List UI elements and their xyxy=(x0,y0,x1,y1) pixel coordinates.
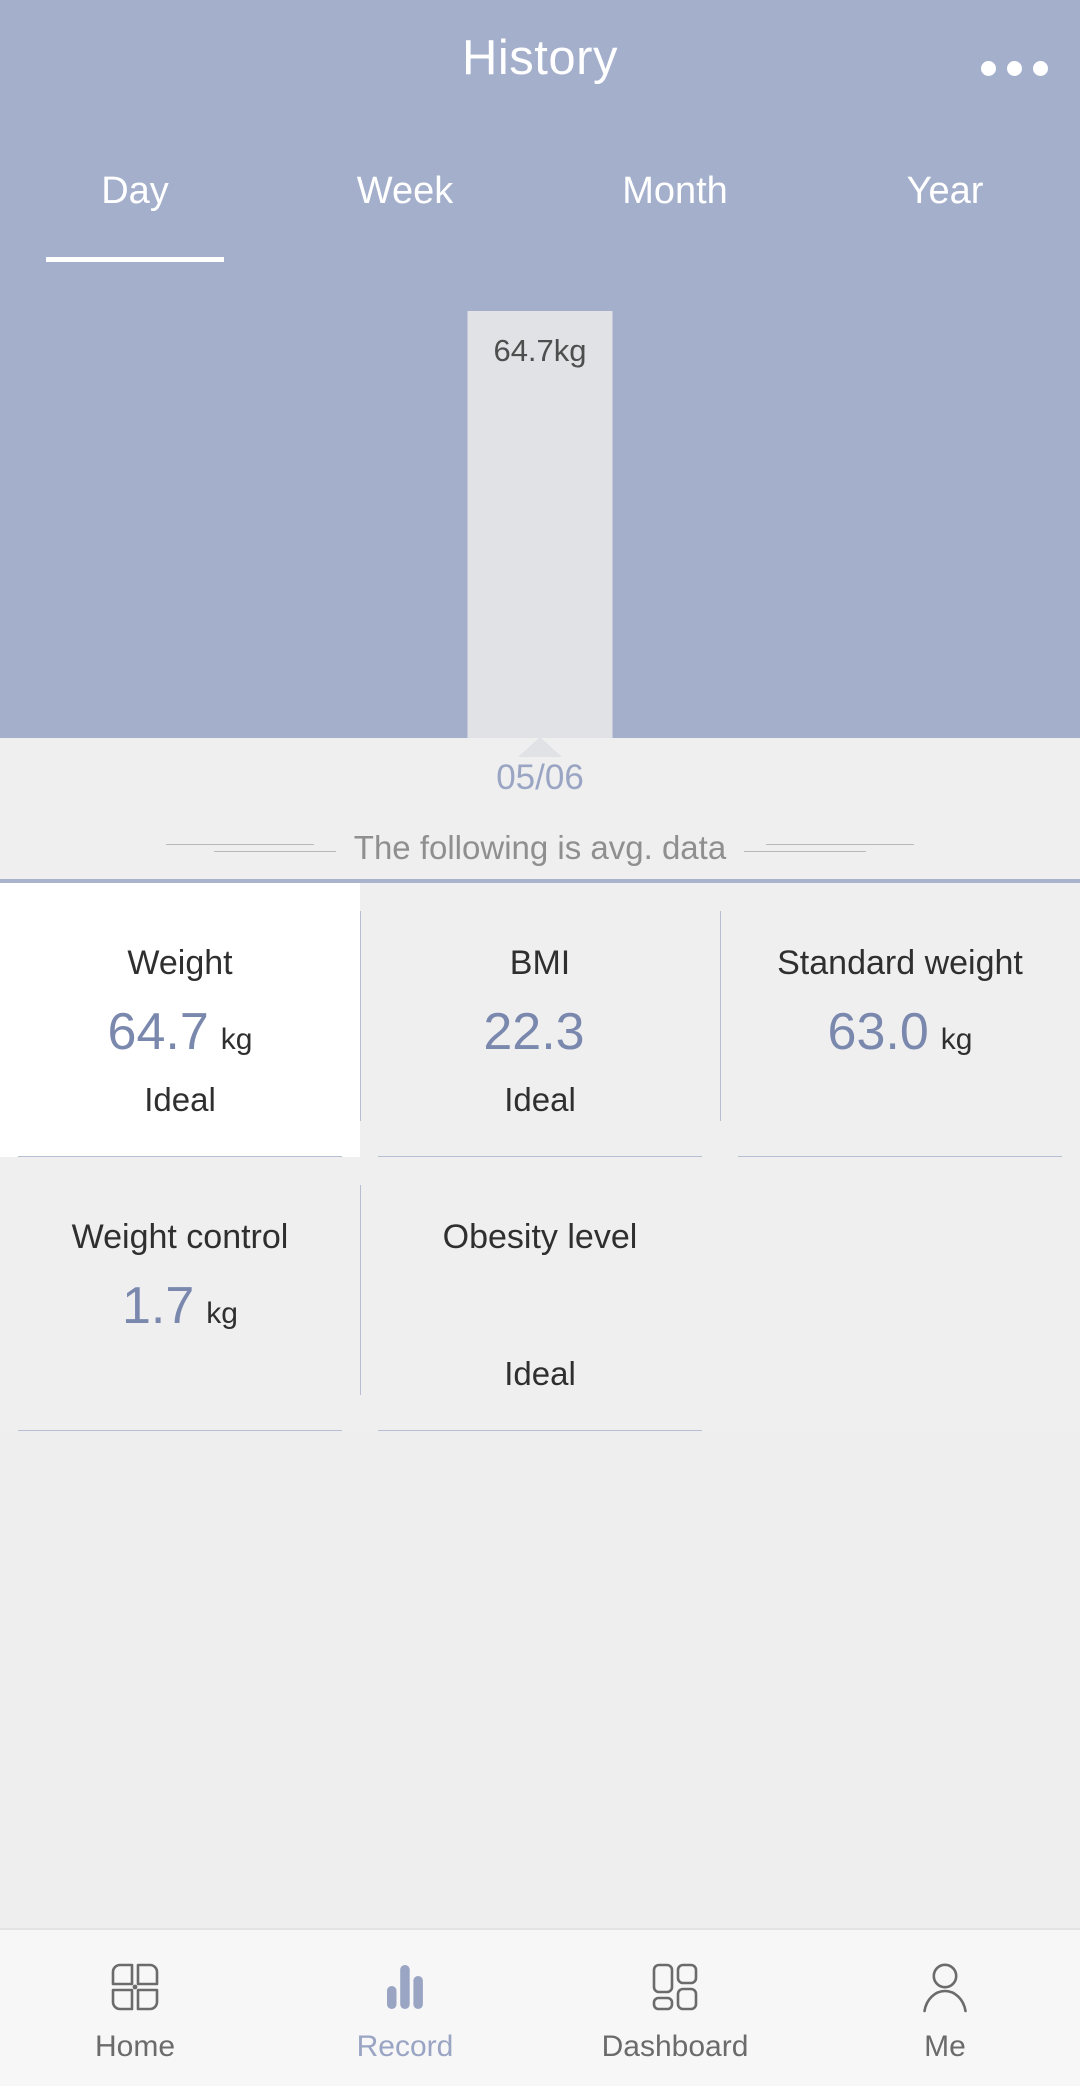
nav-item-me-label: Me xyxy=(924,2030,966,2063)
selection-info-strip: 05/06 The following is avg. data xyxy=(0,737,1080,879)
nav-item-record[interactable]: Record xyxy=(270,1930,540,2086)
weight-history-bar-chart[interactable]: 64.7kg xyxy=(0,250,1080,738)
metric-value: 1.7 xyxy=(122,1277,195,1335)
metric-unit: kg xyxy=(220,1023,253,1056)
metric-value-row: 1.7 kg xyxy=(122,1279,238,1333)
tab-year-label: Year xyxy=(906,170,984,212)
metric-value-row: 22.3 xyxy=(483,1005,596,1059)
metric-title: Obesity level xyxy=(442,1218,638,1256)
tab-month[interactable]: Month xyxy=(540,168,810,238)
metric-card-weight-control[interactable]: Weight control 1.7 kg xyxy=(0,1157,360,1431)
more-horizontal-icon-dot-1 xyxy=(980,60,996,76)
metric-status: Ideal xyxy=(144,1081,216,1118)
cell-left-divider xyxy=(360,1185,361,1395)
nav-item-home[interactable]: Home xyxy=(0,1930,270,2086)
more-options-button[interactable] xyxy=(974,48,1054,88)
more-horizontal-icon-dot-2 xyxy=(1006,60,1022,76)
divider-rule-right xyxy=(744,841,915,855)
tab-year[interactable]: Year xyxy=(810,168,1080,238)
metrics-grid: Weight 64.7 kg Ideal BMI 22.3 Ideal Stan… xyxy=(0,879,1080,1431)
selected-bar-pointer-icon xyxy=(518,737,562,757)
metric-card-obesity-level[interactable]: Obesity level Ideal xyxy=(360,1157,720,1431)
chart-bar[interactable]: 64.7kg xyxy=(467,311,613,738)
avg-data-divider: The following is avg. data xyxy=(0,826,1080,870)
metric-card-bmi[interactable]: BMI 22.3 Ideal xyxy=(360,883,720,1157)
more-horizontal-icon-dot-3 xyxy=(1032,60,1048,76)
divider-rule-left xyxy=(165,841,336,855)
metric-card-weight[interactable]: Weight 64.7 kg Ideal xyxy=(0,883,360,1157)
cell-bottom-divider xyxy=(18,1430,342,1431)
metric-title: Standard weight xyxy=(777,944,1023,982)
chart-bar-group[interactable]: 64.7kg xyxy=(467,311,613,738)
metric-value: 22.3 xyxy=(483,1003,585,1061)
page-title: History xyxy=(462,31,618,85)
metric-card-standard-weight[interactable]: Standard weight 63.0 kg xyxy=(720,883,1080,1157)
cell-left-divider xyxy=(720,911,721,1121)
nav-item-dashboard[interactable]: Dashboard xyxy=(540,1930,810,2086)
metric-status: Ideal xyxy=(504,1355,576,1392)
cell-bottom-divider xyxy=(378,1430,702,1431)
tab-month-label: Month xyxy=(622,170,728,212)
dashboard-tiles-icon xyxy=(644,1956,706,2018)
metric-title: Weight xyxy=(127,944,233,982)
metric-status: Ideal xyxy=(504,1081,576,1118)
nav-item-dashboard-label: Dashboard xyxy=(601,2030,749,2063)
avg-data-note: The following is avg. data xyxy=(353,829,727,866)
nav-item-home-label: Home xyxy=(94,2030,176,2063)
nav-item-me[interactable]: Me xyxy=(810,1930,1080,2086)
tab-week[interactable]: Week xyxy=(270,168,540,238)
metric-card-empty xyxy=(720,1157,1080,1431)
nav-item-record-label: Record xyxy=(356,2030,454,2063)
tab-day[interactable]: Day xyxy=(0,168,270,262)
bottom-navigation-bar: Home Record Dashboard Me xyxy=(0,1928,1080,2086)
app-screen: History Day Week Month Year 64.7kg 05/06… xyxy=(0,0,1080,2086)
chart-bar-value-label: 64.7kg xyxy=(493,333,587,368)
metric-unit: kg xyxy=(940,1023,973,1056)
history-header-panel: History Day Week Month Year 64.7kg xyxy=(0,0,1080,738)
period-tabs: Day Week Month Year xyxy=(0,168,1080,262)
cell-left-divider xyxy=(360,911,361,1121)
metric-value: 64.7 xyxy=(107,1003,209,1061)
metric-unit: kg xyxy=(206,1297,238,1330)
person-icon xyxy=(914,1956,976,2018)
metric-title: BMI xyxy=(509,944,571,982)
metric-value-row: 63.0 kg xyxy=(828,1005,973,1059)
metric-value-row: 64.7 kg xyxy=(108,1005,253,1059)
selected-date-label: 05/06 xyxy=(496,758,584,797)
title-bar: History xyxy=(0,0,1080,110)
tab-day-label: Day xyxy=(101,170,169,212)
tab-week-label: Week xyxy=(356,170,454,212)
metrics-row-1: Weight 64.7 kg Ideal BMI 22.3 Ideal Stan… xyxy=(0,883,1080,1157)
bar-chart-icon xyxy=(374,1956,436,2018)
grid-four-panel-icon xyxy=(104,1956,166,2018)
metric-value: 63.0 xyxy=(827,1003,929,1061)
metrics-row-2: Weight control 1.7 kg Obesity level Idea… xyxy=(0,1157,1080,1431)
metric-title: Weight control xyxy=(71,1218,289,1256)
